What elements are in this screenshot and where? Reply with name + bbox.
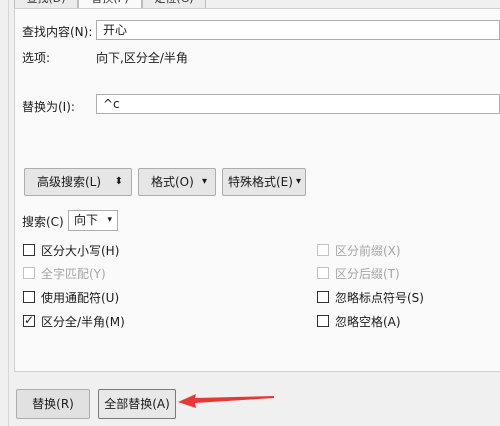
whole-word-checkbox[interactable] — [23, 267, 35, 279]
wildcards-label: 使用通配符(U) — [41, 291, 120, 305]
full-half-width-label: 区分全/半角(M) — [41, 315, 125, 329]
options-value: 向下,区分全/半角 — [96, 51, 188, 65]
find-input[interactable]: 开心 — [96, 20, 500, 40]
ignore-spaces-checkbox[interactable] — [317, 315, 329, 327]
ignore-punctuation-checkbox[interactable] — [317, 291, 329, 303]
replace-input[interactable]: ^c — [96, 94, 500, 114]
chevron-down-icon: ▾ — [201, 176, 207, 187]
special-format-button[interactable]: 特殊格式(E) ▾ — [222, 168, 306, 196]
ignore-spaces-label: 忽略空格(A) — [335, 315, 401, 329]
match-case-label: 区分大小写(H) — [41, 244, 120, 258]
wildcards-checkbox[interactable] — [23, 291, 35, 303]
match-prefix-checkbox[interactable] — [317, 244, 329, 256]
options-label: 选项: — [22, 51, 51, 65]
whole-word-label: 全字匹配(Y) — [41, 267, 106, 281]
match-suffix-checkbox[interactable] — [317, 267, 329, 279]
replace-label: 替换为(I): — [22, 100, 75, 114]
full-half-width-checkbox[interactable]: ✓ — [23, 313, 35, 327]
ignore-punctuation-label: 忽略标点符号(S) — [335, 291, 424, 305]
match-case-checkbox[interactable] — [23, 244, 35, 256]
replace-all-button[interactable]: 全部替换(A) — [98, 389, 176, 419]
advanced-search-label: 高级搜索(L) — [37, 175, 102, 189]
format-button[interactable]: 格式(O) ▾ — [138, 168, 216, 196]
replace-button[interactable]: 替换(R) — [16, 389, 90, 419]
annotation-arrow-icon — [178, 394, 274, 408]
match-prefix-label: 区分前缀(X) — [335, 244, 401, 258]
search-direction-value: 向下 — [74, 213, 99, 227]
search-direction-label: 搜索(C) — [22, 215, 64, 229]
format-label: 格式(O) — [151, 175, 194, 189]
special-format-label: 特殊格式(E) — [228, 175, 293, 189]
collapse-icon: ⬍ — [114, 176, 123, 187]
chevron-down-icon: ▾ — [295, 176, 301, 187]
check-icon: ✓ — [24, 313, 35, 327]
window-left-border — [8, 0, 9, 426]
search-direction-select[interactable]: 向下 ▾ — [68, 210, 118, 231]
advanced-search-button[interactable]: 高级搜索(L) ⬍ — [24, 168, 132, 196]
match-suffix-label: 区分后缀(T) — [335, 267, 400, 281]
chevron-down-icon: ▾ — [107, 215, 112, 225]
find-label: 查找内容(N): — [22, 25, 93, 39]
